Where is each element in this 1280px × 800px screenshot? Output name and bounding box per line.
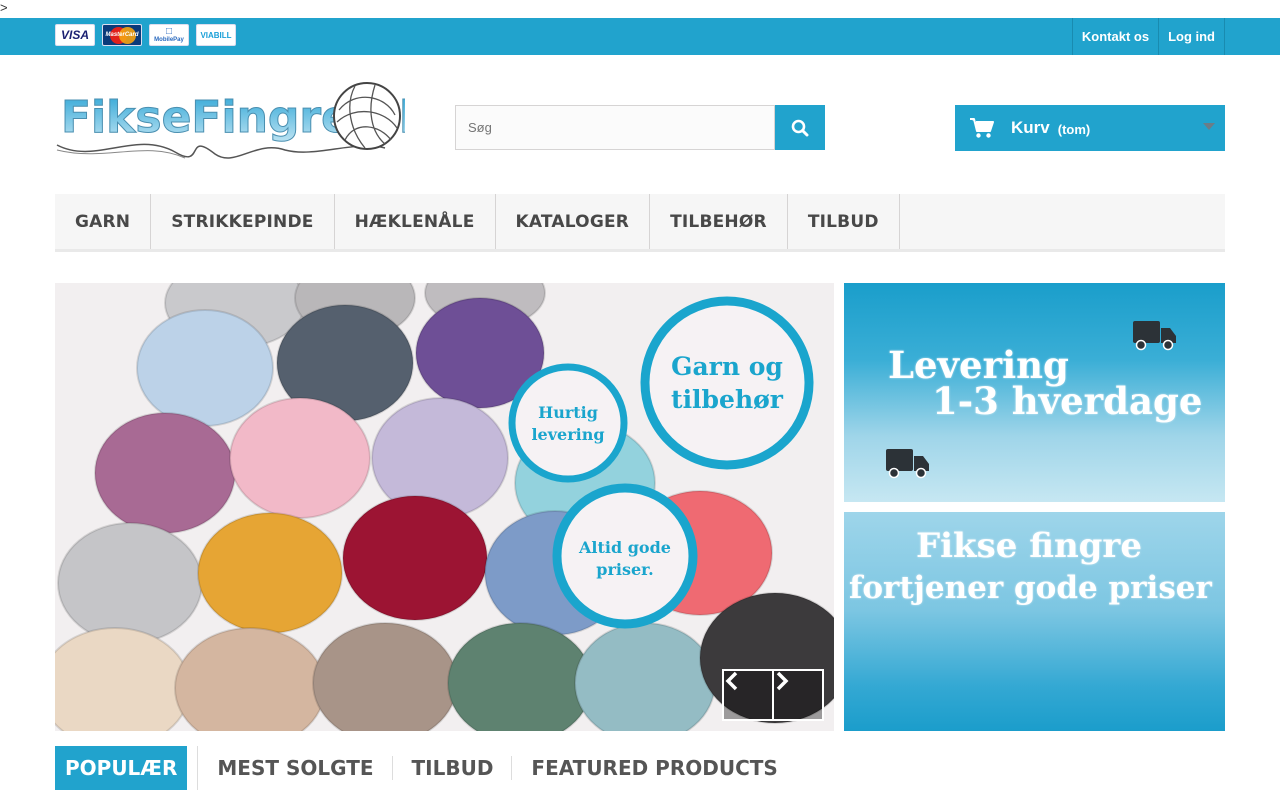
search-icon [791,119,809,136]
delivery-line2: 1-3 hverdage [932,379,1203,423]
login-link[interactable]: Log ind [1159,18,1225,55]
svg-text:Hurtig: Hurtig [538,403,598,422]
main-nav: GARN STRIKKEPINDE HÆKLENÅLE KATALOGER TI… [55,194,1225,252]
stray-text: > [0,0,8,15]
prices-banner[interactable]: Fikse fingre fortjener gode priser [844,512,1225,731]
tab-populaer[interactable]: POPULÆR [55,746,188,790]
top-bar: VISA MasterCard □ MobilePay VIABILL Konta… [0,18,1280,55]
site-logo[interactable]: FikseFingre.dk [55,70,431,170]
svg-text:Altid gode: Altid gode [578,538,671,557]
chevron-down-icon [1203,123,1215,130]
nav-item-garn[interactable]: GARN [55,194,152,249]
svg-text:tilbehør: tilbehør [671,385,784,414]
svg-text:priser.: priser. [596,560,653,579]
mobilepay-logo: □ MobilePay [149,24,189,46]
nav-item-tilbud[interactable]: TILBUD [788,194,900,249]
slider-next-button[interactable] [772,669,824,721]
svg-text:Garn og: Garn og [671,352,783,381]
cart-icon [970,118,994,138]
cart-label: Kurv [1011,118,1050,137]
svg-text:levering: levering [531,425,604,444]
truck-icon [1133,321,1176,351]
visa-logo: VISA [55,24,95,46]
contact-link[interactable]: Kontakt os [1073,18,1160,55]
delivery-banner[interactable]: Levering 1-3 hverdage [844,283,1225,502]
cart-status: (tom) [1057,122,1091,137]
search-form [455,105,825,150]
slider-prev-button[interactable] [722,669,774,721]
payment-cards: VISA MasterCard □ MobilePay VIABILL [55,24,236,46]
yarn-image: Garn og tilbehør Hurtig levering Altid g… [55,283,834,731]
tab-mest-solgte[interactable]: MEST SOLGTE [197,746,393,790]
search-button[interactable] [775,105,825,150]
nav-item-tilbehoer[interactable]: TILBEHØR [650,194,788,249]
tab-tilbud[interactable]: TILBUD [393,746,513,790]
tab-featured-products[interactable]: FEATURED PRODUCTS [512,746,796,790]
viabill-logo: VIABILL [196,24,236,46]
chevron-left-icon [725,671,738,691]
nav-item-haeklenaale[interactable]: HÆKLENÅLE [335,194,496,249]
mastercard-logo: MasterCard [102,24,142,46]
prices-line1: Fikse fingre [916,526,1142,566]
nav-item-kataloger[interactable]: KATALOGER [496,194,651,249]
product-tabs: POPULÆR MEST SOLGTE TILBUD FEATURED PROD… [55,746,797,790]
nav-item-strikkepinde[interactable]: STRIKKEPINDE [151,194,335,249]
homepage-slider[interactable]: Garn og tilbehør Hurtig levering Altid g… [55,283,834,731]
chevron-right-icon [776,671,789,691]
prices-line2: fortjener gode priser [849,570,1212,606]
top-links: Kontakt os Log ind [1071,18,1225,55]
search-input[interactable] [455,105,775,150]
truck-icon [886,449,929,479]
cart-button[interactable]: Kurv (tom) [955,105,1225,151]
